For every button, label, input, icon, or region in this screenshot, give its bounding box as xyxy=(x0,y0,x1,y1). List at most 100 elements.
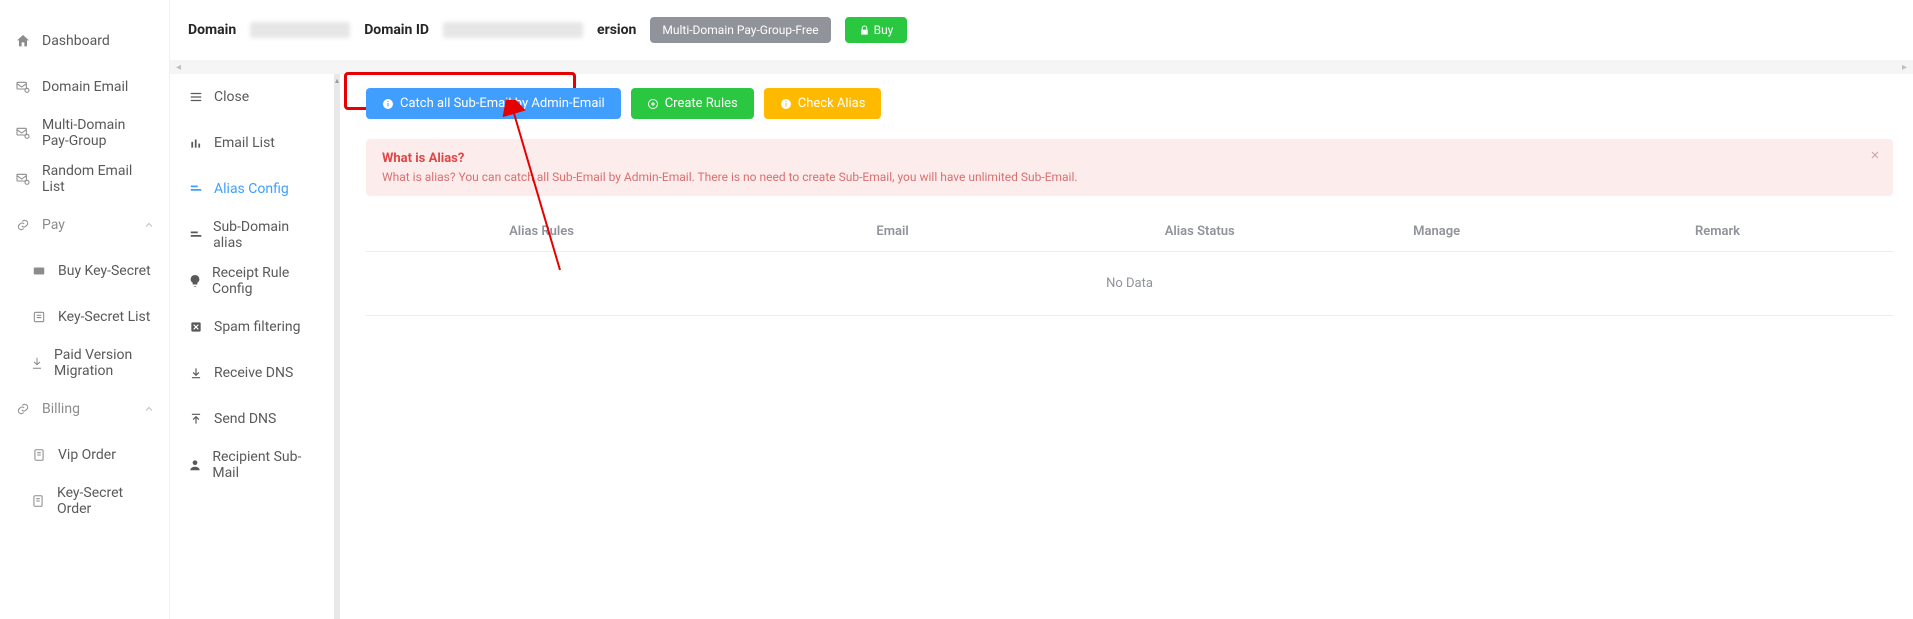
collapse-bar[interactable]: ◂ ▸ xyxy=(170,60,1913,74)
sidebar-group-billing[interactable]: Billing xyxy=(0,386,169,432)
mid-item-label: Recipient Sub-Mail xyxy=(212,449,316,481)
alert-close-button[interactable] xyxy=(1869,149,1881,161)
sidebar-item-label: Random Email List xyxy=(42,163,155,195)
lock-icon xyxy=(859,25,870,36)
config-icon xyxy=(188,181,204,197)
sidebar-item-multi-domain-pay-group[interactable]: Multi-Domain Pay-Group xyxy=(0,110,169,156)
mail-config-icon xyxy=(14,78,32,96)
doc-icon xyxy=(30,446,48,464)
mid-item-label: Email List xyxy=(214,135,275,151)
sidebar-item-label: Buy Key-Secret xyxy=(58,263,151,279)
catch-all-button[interactable]: Catch all Sub-Email by Admin-Email xyxy=(366,88,621,119)
sidebar-group-pay[interactable]: Pay xyxy=(0,202,169,248)
left-sidebar: Dashboard Domain Email Multi-Domain Pay-… xyxy=(0,0,170,619)
table-no-data: No Data xyxy=(366,252,1893,316)
buy-label: Buy xyxy=(874,23,894,37)
version-badge: Multi-Domain Pay-Group-Free xyxy=(650,17,830,43)
doc-icon xyxy=(30,492,47,510)
config-icon xyxy=(188,227,203,243)
sidebar-item-key-secret-list[interactable]: Key-Secret List xyxy=(0,294,169,340)
alert-body: What is alias? You can catch all Sub-Ema… xyxy=(382,170,1877,184)
mid-item-label: Receive DNS xyxy=(214,365,293,381)
th-remark: Remark xyxy=(1542,224,1893,239)
mid-item-recipient-sub-mail[interactable]: Recipient Sub-Mail xyxy=(170,442,334,488)
sidebar-item-label: Vip Order xyxy=(58,447,116,463)
upload-icon xyxy=(188,411,204,427)
domain-value-redacted xyxy=(250,22,350,38)
sidebar-item-random-email-list[interactable]: Random Email List xyxy=(0,156,169,202)
bars-icon xyxy=(188,135,204,151)
bulb-icon xyxy=(188,273,202,289)
sidebar-group-label: Billing xyxy=(42,401,143,417)
domain-id-label: Domain ID xyxy=(364,22,429,38)
block-icon xyxy=(188,319,204,335)
sidebar-item-domain-email[interactable]: Domain Email xyxy=(0,64,169,110)
buy-button[interactable]: Buy xyxy=(845,17,908,43)
alert-title: What is Alias? xyxy=(382,151,1877,166)
mid-item-label: Close xyxy=(214,89,249,105)
sidebar-item-vip-order[interactable]: Vip Order xyxy=(0,432,169,478)
main-content: Catch all Sub-Email by Admin-Email Creat… xyxy=(346,74,1913,619)
plus-circle-icon xyxy=(647,98,659,110)
user-icon xyxy=(188,457,202,473)
mid-item-label: Alias Config xyxy=(214,181,289,197)
link-icon xyxy=(14,216,32,234)
th-alias-status: Alias Status xyxy=(1068,224,1331,239)
card-icon xyxy=(30,262,48,280)
alert-box: What is Alias? What is alias? You can ca… xyxy=(366,139,1893,196)
table-header: Alias Rules Email Alias Status Manage Re… xyxy=(366,212,1893,252)
group-icon xyxy=(14,124,32,142)
mid-item-label: Spam filtering xyxy=(214,319,300,335)
mid-item-label: Receipt Rule Config xyxy=(212,265,316,297)
sidebar-item-buy-key-secret[interactable]: Buy Key-Secret xyxy=(0,248,169,294)
mid-item-label: Send DNS xyxy=(214,411,276,427)
mid-item-label: Sub-Domain alias xyxy=(213,219,316,251)
domain-label: Domain xyxy=(188,22,236,38)
create-rules-button[interactable]: Create Rules xyxy=(631,88,754,119)
migration-icon xyxy=(30,354,44,372)
sidebar-item-label: Multi-Domain Pay-Group xyxy=(42,117,155,149)
sidebar-item-label: Key-Secret List xyxy=(58,309,150,325)
list-icon xyxy=(30,308,48,326)
info-icon xyxy=(382,98,394,110)
mid-item-email-list[interactable]: Email List xyxy=(170,120,334,166)
mid-item-send-dns[interactable]: Send DNS xyxy=(170,396,334,442)
collapse-up-icon[interactable]: ▴ xyxy=(334,76,340,85)
version-label: ersion xyxy=(597,22,636,38)
sidebar-item-label: Paid Version Migration xyxy=(54,347,155,379)
chevron-up-icon xyxy=(143,403,155,415)
check-alias-label: Check Alias xyxy=(798,96,866,111)
home-icon xyxy=(14,32,32,50)
th-email: Email xyxy=(717,224,1068,239)
info-icon xyxy=(780,98,792,110)
catch-all-label: Catch all Sub-Email by Admin-Email xyxy=(400,96,605,111)
mid-item-receive-dns[interactable]: Receive DNS xyxy=(170,350,334,396)
header-row: Domain Domain ID ersion Multi-Domain Pay… xyxy=(170,0,1913,60)
menu-icon xyxy=(188,89,204,105)
mid-item-spam-filtering[interactable]: Spam filtering xyxy=(170,304,334,350)
link-icon xyxy=(14,400,32,418)
th-manage: Manage xyxy=(1331,224,1542,239)
mid-item-close[interactable]: Close xyxy=(170,74,334,120)
action-row: Catch all Sub-Email by Admin-Email Creat… xyxy=(366,88,1893,119)
mid-item-receipt-rule-config[interactable]: Receipt Rule Config xyxy=(170,258,334,304)
check-alias-button[interactable]: Check Alias xyxy=(764,88,882,119)
sidebar-group-label: Pay xyxy=(42,217,143,233)
caret-right-icon: ▸ xyxy=(1902,62,1907,73)
sidebar-item-dashboard[interactable]: Dashboard xyxy=(0,18,169,64)
mid-item-sub-domain-alias[interactable]: Sub-Domain alias xyxy=(170,212,334,258)
download-icon xyxy=(188,365,204,381)
sidebar-item-key-secret-order[interactable]: Key-Secret Order xyxy=(0,478,169,524)
sidebar-item-paid-version-migration[interactable]: Paid Version Migration xyxy=(0,340,169,386)
caret-left-icon: ◂ xyxy=(176,62,181,73)
th-alias-rules: Alias Rules xyxy=(366,224,717,239)
mid-item-alias-config[interactable]: Alias Config xyxy=(170,166,334,212)
create-rules-label: Create Rules xyxy=(665,96,738,111)
sidebar-item-label: Dashboard xyxy=(42,33,155,49)
chevron-up-icon xyxy=(143,219,155,231)
domain-id-value-redacted xyxy=(443,22,583,38)
sidebar-item-label: Domain Email xyxy=(42,79,155,95)
mid-sidebar: ▴ Close Email List Alias Config Sub-Doma… xyxy=(170,74,340,619)
random-icon xyxy=(14,170,32,188)
sidebar-item-label: Key-Secret Order xyxy=(57,485,155,517)
